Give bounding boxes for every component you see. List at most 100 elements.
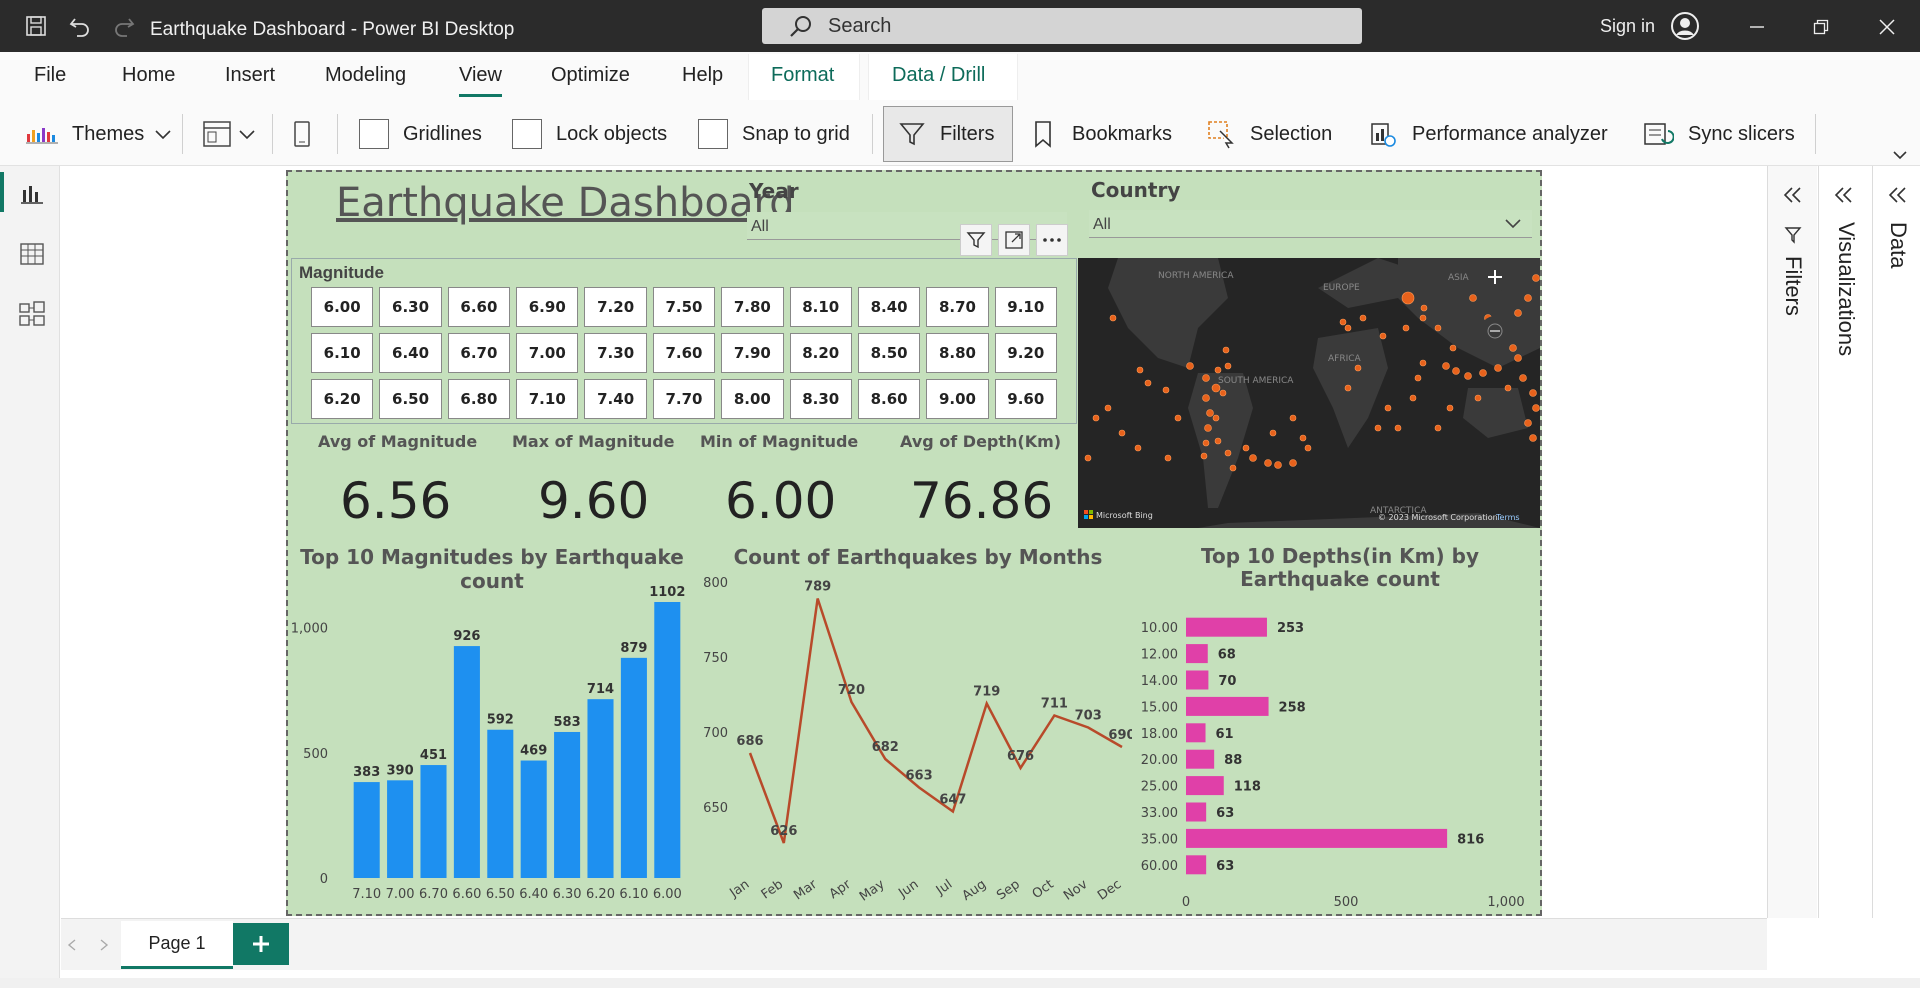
magnitude-tile[interactable]: 6.30 bbox=[379, 287, 442, 327]
data-label: 703 bbox=[1075, 709, 1102, 724]
model-view-icon[interactable] bbox=[18, 300, 46, 328]
magnitude-tile[interactable]: 7.10 bbox=[516, 379, 579, 419]
magnitude-tile[interactable]: 6.10 bbox=[311, 333, 374, 373]
gridlines-checkbox[interactable]: Gridlines bbox=[359, 114, 482, 154]
data-label: 258 bbox=[1279, 700, 1306, 715]
tab-view[interactable]: View bbox=[459, 64, 502, 97]
tab-help[interactable]: Help bbox=[682, 64, 723, 87]
account-icon[interactable] bbox=[1670, 11, 1700, 41]
magnitude-tile[interactable]: 8.40 bbox=[857, 287, 921, 327]
filters-pane-button[interactable]: Filters bbox=[883, 106, 1013, 162]
data-label: 690 bbox=[1108, 728, 1132, 743]
selection-button[interactable]: Selection bbox=[1206, 114, 1332, 154]
tab-optimize[interactable]: Optimize bbox=[551, 64, 630, 87]
lock-objects-checkbox[interactable]: Lock objects bbox=[512, 114, 667, 154]
tab-home[interactable]: Home bbox=[122, 64, 175, 87]
magnitude-tile[interactable]: 8.80 bbox=[926, 333, 989, 373]
country-slicer-dropdown[interactable]: All bbox=[1089, 210, 1532, 238]
redo-icon[interactable] bbox=[110, 12, 138, 40]
themes-button[interactable]: Themes bbox=[26, 114, 172, 154]
snap-to-grid-checkbox[interactable]: Snap to grid bbox=[698, 114, 850, 154]
page-tab[interactable]: Page 1 bbox=[121, 921, 233, 969]
add-page-button[interactable] bbox=[233, 923, 289, 965]
magnitude-tile[interactable]: 6.20 bbox=[311, 379, 374, 419]
undo-icon[interactable] bbox=[66, 12, 94, 40]
visualizations-pane[interactable]: Visualizations bbox=[1818, 166, 1872, 918]
more-options-icon[interactable] bbox=[1036, 224, 1068, 256]
search-input[interactable]: Search bbox=[762, 8, 1362, 44]
magnitude-bar-chart: 0 500 1,000 383 7.10 390 7.00 451 6.70 926 6.60 592… bbox=[292, 585, 685, 902]
magnitude-tile[interactable]: 8.70 bbox=[926, 287, 989, 327]
bookmarks-button[interactable]: Bookmarks bbox=[1032, 114, 1172, 154]
magnitude-tile[interactable]: 9.10 bbox=[994, 287, 1057, 327]
bar bbox=[387, 780, 414, 878]
zoom-in-button[interactable] bbox=[1480, 262, 1510, 292]
filters-pane[interactable]: Filters bbox=[1767, 166, 1817, 918]
magnitude-tile[interactable]: 8.10 bbox=[789, 287, 852, 327]
tab-format[interactable]: Format bbox=[771, 64, 834, 87]
magnitude-tile[interactable]: 7.50 bbox=[652, 287, 716, 327]
chevron-left-icon[interactable] bbox=[67, 939, 77, 951]
magnitude-tile[interactable]: 8.50 bbox=[857, 333, 921, 373]
tab-file[interactable]: File bbox=[34, 64, 66, 87]
magnitude-tile[interactable]: 8.00 bbox=[721, 379, 784, 419]
magnitude-tile[interactable]: 6.80 bbox=[447, 379, 511, 419]
magnitude-tile[interactable]: 7.20 bbox=[584, 287, 647, 327]
chevron-right-icon[interactable] bbox=[99, 939, 109, 951]
sign-in-link[interactable]: Sign in bbox=[1600, 16, 1655, 37]
magnitude-tile[interactable]: 8.60 bbox=[857, 379, 921, 419]
gridlines-check[interactable] bbox=[359, 119, 389, 149]
magnitude-tile[interactable]: 9.20 bbox=[994, 333, 1057, 373]
page-view-button[interactable] bbox=[200, 114, 256, 154]
lock-objects-check[interactable] bbox=[512, 119, 542, 149]
focus-mode-icon[interactable] bbox=[998, 224, 1030, 256]
magnitude-tile[interactable]: 6.70 bbox=[447, 333, 511, 373]
magnitude-tile[interactable]: 6.00 bbox=[311, 287, 374, 327]
magnitude-tile[interactable]: 6.60 bbox=[447, 287, 511, 327]
zoom-out-button[interactable] bbox=[1480, 316, 1510, 346]
magnitude-tile[interactable]: 7.90 bbox=[721, 333, 784, 373]
magnitude-tile[interactable]: 6.40 bbox=[379, 333, 442, 373]
magnitude-tile[interactable]: 7.00 bbox=[516, 333, 579, 373]
visual-filter-icon[interactable] bbox=[960, 224, 992, 256]
earthquake-map[interactable]: NORTH AMERICA EUROPE ASIA AFRICA SOUTH A… bbox=[1078, 258, 1540, 528]
y-tick-label: 20.00 bbox=[1141, 753, 1178, 768]
snap-to-grid-check[interactable] bbox=[698, 119, 728, 149]
card-value: 6.00 bbox=[725, 472, 837, 530]
x-tick-label: Jan bbox=[726, 877, 752, 901]
magnitude-tile[interactable]: 7.80 bbox=[721, 287, 784, 327]
sync-slicers-button[interactable]: Sync slicers bbox=[1642, 114, 1795, 154]
data-label: 70 bbox=[1218, 674, 1236, 689]
magnitude-tile[interactable]: 9.60 bbox=[994, 379, 1057, 419]
save-icon[interactable] bbox=[22, 12, 50, 40]
magnitude-tile[interactable]: 7.70 bbox=[652, 379, 716, 419]
magnitude-tile[interactable]: 7.30 bbox=[584, 333, 647, 373]
data-label: 451 bbox=[420, 748, 447, 763]
minimize-button[interactable] bbox=[1740, 10, 1774, 44]
expand-chevrons-icon[interactable] bbox=[1782, 186, 1804, 204]
tab-data-drill[interactable]: Data / Drill bbox=[892, 64, 985, 87]
tab-insert[interactable]: Insert bbox=[225, 64, 275, 87]
report-view-icon[interactable] bbox=[18, 180, 46, 208]
y-tick-label: 25.00 bbox=[1141, 780, 1178, 795]
magnitude-tile[interactable]: 8.20 bbox=[789, 333, 852, 373]
country-slicer-label: Country bbox=[1091, 178, 1181, 202]
table-view-icon[interactable] bbox=[18, 240, 46, 268]
mobile-layout-button[interactable] bbox=[290, 114, 314, 154]
data-pane[interactable]: Data bbox=[1872, 166, 1920, 918]
restore-button[interactable] bbox=[1804, 10, 1838, 44]
magnitude-tile[interactable]: 6.50 bbox=[379, 379, 442, 419]
magnitude-tile[interactable]: 7.60 bbox=[652, 333, 716, 373]
tab-modeling[interactable]: Modeling bbox=[325, 64, 406, 87]
map-terms-link[interactable]: Terms bbox=[1495, 513, 1520, 522]
magnitude-tile[interactable]: 8.30 bbox=[789, 379, 852, 419]
gridlines-label: Gridlines bbox=[403, 122, 482, 145]
expand-chevrons-icon[interactable] bbox=[1887, 186, 1909, 204]
ribbon-collapse-icon[interactable] bbox=[1892, 148, 1908, 166]
magnitude-tile[interactable]: 7.40 bbox=[584, 379, 647, 419]
expand-chevrons-icon[interactable] bbox=[1833, 186, 1855, 204]
magnitude-tile[interactable]: 6.90 bbox=[516, 287, 579, 327]
close-button[interactable] bbox=[1870, 10, 1904, 44]
performance-analyzer-button[interactable]: Performance analyzer bbox=[1368, 114, 1608, 154]
magnitude-tile[interactable]: 9.00 bbox=[926, 379, 989, 419]
